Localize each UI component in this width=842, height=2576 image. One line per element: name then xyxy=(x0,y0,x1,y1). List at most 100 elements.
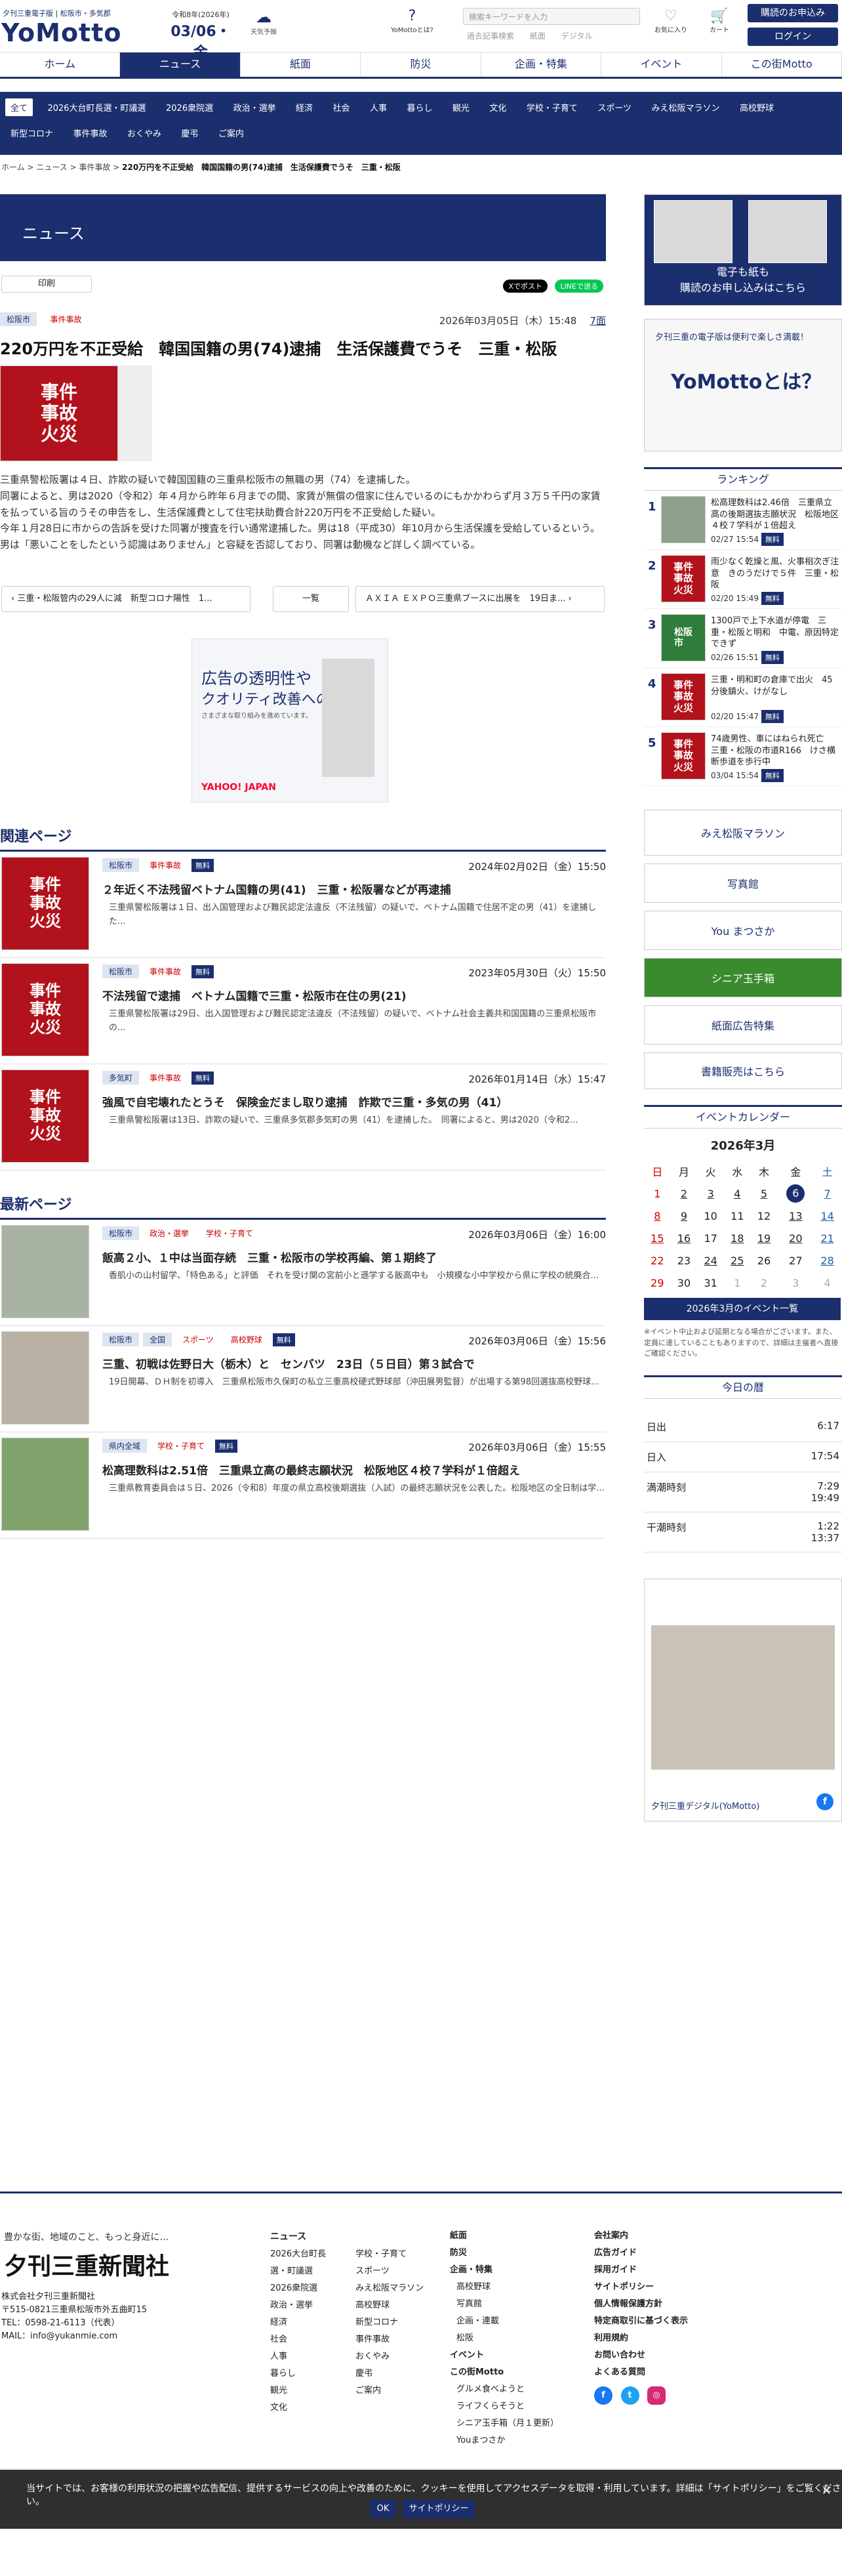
crumb-news[interactable]: ニュース xyxy=(36,163,67,172)
photo-gallery-banner[interactable]: 写真館 xyxy=(644,863,842,903)
cal-date-link[interactable]: 4 xyxy=(734,1188,740,1200)
cat-item[interactable]: 暮らし xyxy=(401,98,437,116)
you-matsusaka-banner[interactable]: You まつさか xyxy=(644,911,842,950)
footer-col-heading[interactable]: ニュース xyxy=(270,2232,306,2242)
cal-date-link[interactable]: 15 xyxy=(651,1232,664,1245)
cat-item[interactable]: みえ松阪マラソン xyxy=(647,98,725,116)
footer-link[interactable]: 高校野球 xyxy=(355,2297,441,2314)
yomotto-promo[interactable]: 夕刊三重の電子版は便利で楽しさ満載！ YoMottoとは？ xyxy=(644,319,842,451)
nav-bousai[interactable]: 防災 xyxy=(361,52,481,77)
related-item[interactable]: 事件 事故 火災 松阪市 事件事故 無料 2024年02月02日（金）15:50 ２年近… xyxy=(0,852,606,958)
books-banner[interactable]: 書籍販売はこちら xyxy=(644,1052,842,1089)
cal-date[interactable]: 28 xyxy=(814,1249,841,1272)
cal-date[interactable]: 17 xyxy=(697,1227,724,1249)
event-list-button[interactable]: 2026年3月のイベント一覧 xyxy=(644,1298,841,1320)
footer-link[interactable]: 2026衆院選 xyxy=(270,2280,342,2297)
cal-date-link[interactable]: 14 xyxy=(820,1210,833,1222)
search-link-paper[interactable]: 紙面 xyxy=(530,31,546,41)
footer-link[interactable]: 慶弔 xyxy=(355,2365,441,2382)
area-tag[interactable]: 松阪市 xyxy=(0,312,37,326)
footer-link[interactable]: 事件事故 xyxy=(355,2331,441,2348)
cal-date-link[interactable]: 28 xyxy=(820,1255,833,1267)
footer-link[interactable]: お問い合わせ xyxy=(594,2347,688,2364)
print-button[interactable]: 印刷 xyxy=(1,276,92,293)
footer-link[interactable]: グルメ食べようと xyxy=(450,2381,559,2398)
footer-link[interactable]: よくある質問 xyxy=(594,2364,688,2381)
search-link-digital[interactable]: デジタル xyxy=(561,31,593,41)
area-tag[interactable]: 松阪市 xyxy=(102,964,140,978)
cat-item[interactable]: 事件事故 xyxy=(68,124,112,142)
favorites-link[interactable]: ♡ お気に入り xyxy=(654,8,687,34)
category-tag[interactable]: 学校・子育て xyxy=(199,1226,260,1240)
footer-link[interactable]: 企画・連載 xyxy=(450,2313,559,2330)
cal-date[interactable]: 7 xyxy=(814,1182,841,1205)
cal-date[interactable]: 5 xyxy=(751,1182,778,1205)
footer-logo[interactable]: 夕刊三重新聞社 xyxy=(4,2247,169,2281)
line-share-button[interactable]: LINEで送る xyxy=(555,280,603,293)
cat-item[interactable]: 経済 xyxy=(291,98,318,116)
cal-date[interactable]: 13 xyxy=(777,1205,814,1227)
footer-link[interactable]: 企画・特集 xyxy=(450,2262,559,2279)
footer-link[interactable]: イベント xyxy=(450,2347,559,2364)
footer-link[interactable]: 特定商取引に基づく表示 xyxy=(594,2313,688,2330)
category-tag[interactable]: 事件事故 xyxy=(43,312,88,326)
footer-link[interactable]: 高校野球 xyxy=(450,2279,559,2296)
cal-date[interactable]: 2 xyxy=(671,1182,698,1205)
list-button[interactable]: 一覧 xyxy=(273,585,349,612)
ranking-item[interactable]: 1 松高理数科は2.46倍 三重県立高の後期選抜志願状況 松阪地区４校７学科が１… xyxy=(644,491,842,550)
cal-date[interactable]: 11 xyxy=(724,1205,751,1227)
area-tag[interactable]: 松阪市 xyxy=(102,1332,140,1346)
nav-news[interactable]: ニュース xyxy=(120,52,241,77)
category-tag[interactable]: 高校野球 xyxy=(224,1333,269,1346)
cat-item[interactable]: 文化 xyxy=(484,98,511,116)
nav-home[interactable]: ホーム xyxy=(0,52,121,77)
cal-date[interactable]: 20 xyxy=(777,1227,814,1249)
facebook-icon[interactable]: f xyxy=(594,2386,612,2405)
related-item[interactable]: 事件 事故 火災 多気町 事件事故 無料 2026年01月14日（水）15:47 強風で… xyxy=(0,1064,606,1171)
category-tag[interactable]: 学校・子育て xyxy=(151,1439,211,1453)
footer-link[interactable]: 個人情報保護方針 xyxy=(594,2296,688,2313)
cat-item[interactable]: 高校野球 xyxy=(734,98,779,116)
area-tag[interactable]: 松阪市 xyxy=(102,1226,140,1240)
search-link-archive[interactable]: 過去記事検索 xyxy=(467,31,514,41)
close-icon[interactable]: ✕ xyxy=(822,2484,832,2498)
footer-link[interactable]: 紙面 xyxy=(450,2228,559,2245)
category-tag[interactable]: 政治・選挙 xyxy=(143,1226,195,1240)
item-title[interactable]: 三重、初戦は佐野日大（栃木）と センバツ 23日（５日目）第３試合で xyxy=(102,1355,606,1371)
footer-link[interactable]: 採用ガイド xyxy=(594,2262,688,2279)
category-tag[interactable]: 事件事故 xyxy=(143,1071,188,1085)
cal-date[interactable]: 31 xyxy=(697,1272,724,1294)
facebook-embed[interactable]: 夕刊三重デジタル(YoMotto) f xyxy=(644,1578,842,1821)
subscribe-button[interactable]: 購読のお申込み xyxy=(748,4,838,22)
cal-date-link[interactable]: 9 xyxy=(681,1210,687,1222)
latest-item[interactable]: 松阪市 政治・選挙 学校・子育て 2026年03月06日（金）16:00 飯高２小、… xyxy=(0,1220,606,1326)
footer-link[interactable]: シニア玉手箱（月１更新） xyxy=(450,2415,559,2432)
cal-date[interactable]: 12 xyxy=(751,1205,778,1227)
cookie-policy-button[interactable]: サイトポリシー xyxy=(403,2500,475,2518)
ad-banner[interactable]: 広告の透明性や クオリティ改善への さまざまな取り組みを進めています。 YAHO… xyxy=(191,638,388,802)
senior-banner[interactable]: シニア玉手箱 xyxy=(644,958,842,997)
cal-date-link[interactable]: 13 xyxy=(789,1210,802,1222)
footer-link[interactable]: 経済 xyxy=(270,2314,342,2331)
cal-date[interactable]: 4 xyxy=(724,1182,751,1205)
cal-date-link[interactable]: 8 xyxy=(654,1210,660,1222)
footer-link[interactable]: 政治・選挙 xyxy=(270,2297,342,2314)
cat-all[interactable]: 全て xyxy=(5,98,33,116)
cal-date[interactable]: 24 xyxy=(697,1249,724,1272)
ranking-item[interactable]: 4 事件 事故 火災 三重・明和町の倉庫で出火 45分後鎮火、けがなし 02/20 … xyxy=(644,668,842,727)
cal-date[interactable]: 18 xyxy=(724,1227,751,1249)
footer-link[interactable]: Youまつさか xyxy=(450,2432,559,2449)
cat-item[interactable]: 新型コロナ xyxy=(5,124,58,142)
footer-link[interactable]: 写真館 xyxy=(450,2296,559,2313)
cal-date[interactable]: 14 xyxy=(814,1205,841,1227)
x-share-button[interactable]: Xでポスト xyxy=(503,280,548,293)
nav-motto[interactable]: この街Motto xyxy=(722,52,842,77)
item-title[interactable]: 松高理数科は2.51倍 三重県立高の最終志願状況 松阪地区４校７学科が１倍超え xyxy=(102,1461,606,1478)
cal-date-link[interactable]: 5 xyxy=(761,1188,767,1200)
footer-link[interactable]: 暮らし xyxy=(270,2365,342,2382)
cat-item[interactable]: 慶弔 xyxy=(176,124,203,142)
cal-date-link[interactable]: 24 xyxy=(704,1255,717,1267)
instagram-icon[interactable]: ◎ xyxy=(647,2386,666,2405)
page-link[interactable]: 7面 xyxy=(590,315,606,327)
footer-link[interactable]: ライフくらそうと xyxy=(450,2398,559,2415)
